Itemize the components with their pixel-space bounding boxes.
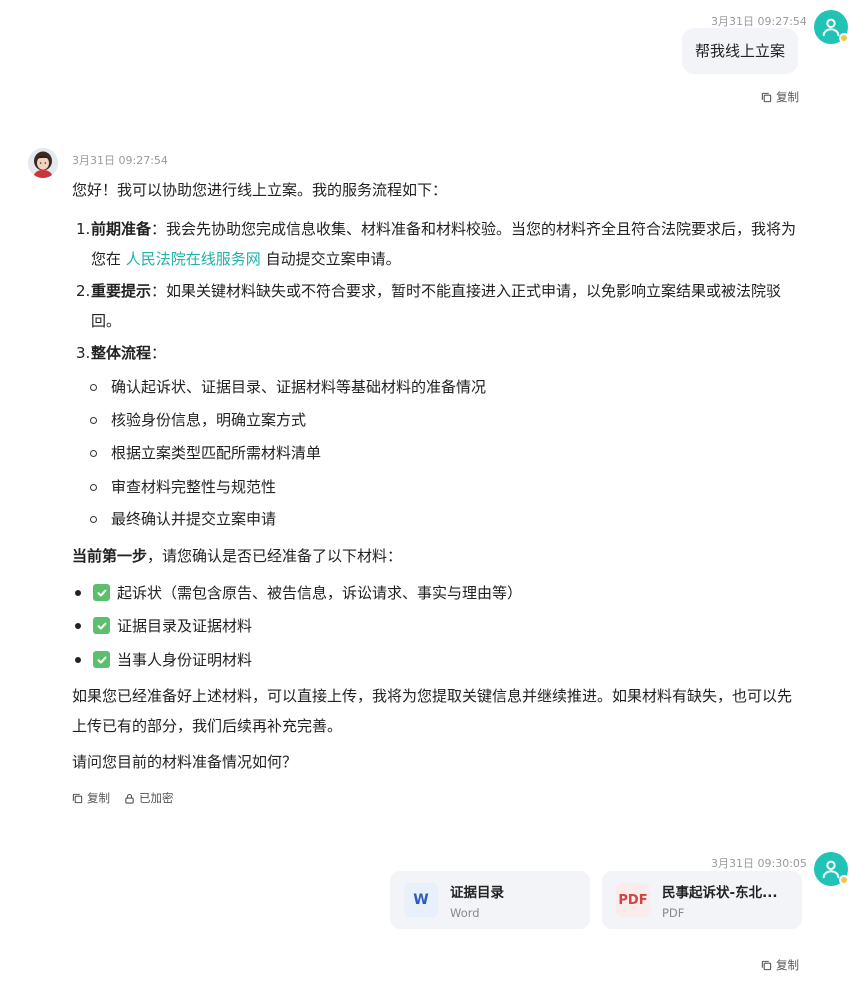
assistant-paragraph: 如果您已经准备好上述材料，可以直接上传，我将为您提取关键信息并继续推进。如果材料… [72, 687, 793, 735]
copy-label: 复制 [776, 958, 799, 972]
checklist-text: 当事人身份证明材料 [117, 651, 253, 669]
bullet-icon [75, 623, 81, 629]
assistant-actions: 复制 已加密 [72, 790, 174, 806]
user-avatar[interactable] [814, 10, 849, 44]
circle-bullet-icon [90, 417, 97, 424]
lock-icon [125, 793, 134, 804]
process-step-text: 最终确认并提交立案申请 [111, 510, 277, 528]
current-step-text: ，请您确认是否已经准备了以下材料： [147, 547, 403, 565]
bullet-icon [75, 657, 81, 663]
copy-label: 复制 [87, 791, 110, 805]
current-step-title: 当前第一步 [72, 547, 148, 565]
copy-button[interactable]: 复制 [761, 957, 799, 973]
check-icon [93, 651, 110, 668]
assistant-intro: 您好！我可以协助您进行线上立案。我的服务流程如下： [72, 181, 448, 199]
file-attachment-pdf[interactable]: PDF 民事起诉状-东北... PDF [602, 871, 802, 929]
list-item-text: 自动提交立案申请。 [260, 250, 401, 268]
user-avatar[interactable] [814, 852, 849, 886]
process-step-text: 确认起诉状、证据目录、证据材料等基础材料的准备情况 [111, 378, 487, 396]
list-number: 1. [76, 220, 91, 238]
current-step-line: 当前第一步，请您确认是否已经准备了以下材料： [72, 544, 402, 568]
file-name: 民事起诉状-东北... [662, 884, 778, 901]
assistant-avatar-image [28, 148, 58, 178]
court-online-service-link[interactable]: 人民法院在线服务网 [126, 250, 261, 268]
check-icon [93, 617, 110, 634]
file-attachment-word[interactable]: W 证据目录 Word [390, 871, 590, 929]
file-name: 证据目录 [450, 884, 504, 901]
bullet-icon [75, 590, 81, 596]
circle-bullet-icon [90, 516, 97, 523]
process-step-text: 审查材料完整性与规范性 [111, 478, 277, 496]
assistant-question: 请问您目前的材料准备情况如何？ [72, 753, 298, 771]
copy-label: 复制 [776, 90, 799, 104]
user-message-bubble[interactable]: 帮我线上立案 [682, 28, 799, 74]
status-dot [839, 875, 849, 885]
file-type: PDF [662, 905, 685, 920]
process-step-text: 核验身份信息，明确立案方式 [111, 411, 307, 429]
chat-window: 3月31日 09:27:54 帮我线上立案 复制 3月31日 09:27:54 … [0, 0, 868, 1002]
status-dot [839, 33, 849, 43]
copy-button[interactable]: 复制 [761, 89, 799, 105]
circle-bullet-icon [90, 384, 97, 391]
list-item-title: 前期准备 [91, 220, 152, 238]
copy-icon [761, 960, 772, 970]
list-item-title: 整体流程 [91, 344, 152, 362]
user-message-timestamp: 3月31日 09:27:54 [711, 15, 807, 28]
word-file-icon: W [404, 883, 438, 917]
assistant-message-timestamp: 3月31日 09:27:54 [72, 154, 168, 167]
pdf-file-icon: PDF [616, 883, 650, 917]
list-item-text: ：如果关键材料缺失或不符合要求，暂时不能直接进入正式申请，以免影响立案结果或被法… [91, 282, 782, 330]
circle-bullet-icon [90, 450, 97, 457]
check-icon [93, 584, 110, 601]
list-number: 3. [76, 344, 91, 362]
encrypted-label: 已加密 [139, 791, 174, 805]
list-item-title: 重要提示 [91, 282, 152, 300]
list-number: 2. [76, 282, 91, 300]
file-type: Word [450, 905, 480, 920]
checklist-text: 起诉状（需包含原告、被告信息，诉讼请求、事实与理由等） [117, 584, 523, 602]
circle-bullet-icon [90, 484, 97, 491]
copy-icon [761, 92, 772, 102]
assistant-avatar[interactable] [28, 148, 58, 178]
checklist-text: 证据目录及证据材料 [117, 617, 253, 635]
copy-icon [72, 793, 83, 803]
user-message-timestamp: 3月31日 09:30:05 [711, 857, 807, 870]
process-step-text: 根据立案类型匹配所需材料清单 [111, 444, 322, 462]
encrypted-indicator: 已加密 [124, 790, 174, 806]
copy-button[interactable]: 复制 [72, 790, 110, 806]
list-item-text: ： [151, 344, 167, 362]
